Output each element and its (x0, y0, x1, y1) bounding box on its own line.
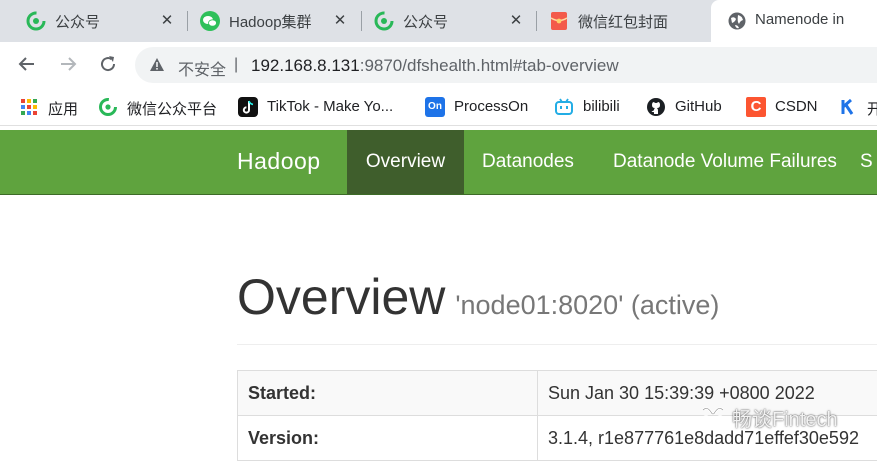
tiktok-icon (238, 97, 258, 117)
arrow-right-icon (58, 54, 78, 74)
bookmark-label: ProcessOn (454, 98, 528, 115)
heading-divider (237, 344, 877, 345)
browser-tab-namenode[interactable]: Namenode in (711, 0, 877, 42)
wechat-official-account-icon (374, 11, 394, 31)
browser-tab-wechat-official-1[interactable]: 公众号 ✕ (0, 0, 187, 42)
github-icon (646, 97, 666, 117)
address-bar[interactable]: 不安全 | 192.168.8.131:9870/dfshealth.html#… (135, 47, 877, 83)
arrow-left-icon (17, 54, 37, 74)
nav-tab-snapshot[interactable]: S (860, 130, 873, 194)
processon-icon: On (425, 97, 445, 117)
url-path: :9870/dfshealth.html#tab-overview (360, 56, 619, 75)
row-key: Started: (238, 371, 538, 416)
bookmark-label: TikTok - Make Yo... (267, 98, 393, 115)
url-text[interactable]: 192.168.8.131:9870/dfshealth.html#tab-ov… (251, 56, 619, 76)
bookmark-label: 应用 (48, 98, 78, 119)
namenode-address: 'node01:8020' (active) (455, 290, 719, 320)
tab-close-icon[interactable]: ✕ (508, 13, 524, 29)
tab-close-icon[interactable]: ✕ (332, 13, 348, 29)
warning-triangle-icon[interactable] (149, 57, 165, 72)
tab-title: Hadoop集群 (229, 11, 313, 32)
bookmark-label: bilibili (583, 98, 620, 115)
tab-title: 公众号 (55, 11, 155, 32)
apps-grid-icon (19, 97, 39, 117)
bookmarks-bar: 应用 微信公众平台 TikTok - Make Yo... On Process… (0, 87, 877, 126)
hadoop-navbar: Hadoop Overview Datanodes Datanode Volum… (0, 130, 877, 195)
not-secure-label[interactable]: 不安全 (178, 56, 226, 80)
browser-tab-strip: 公众号 ✕ Hadoop集群 ✕ 公众号 ✕ 微信红包封面 (0, 0, 877, 42)
wechat-icon (200, 11, 220, 31)
bilibili-icon (554, 97, 574, 117)
bookmark-label: GitHub (675, 98, 722, 115)
url-host: 192.168.8.131 (251, 56, 360, 75)
bookmark-label: 微信公众平台 (127, 98, 217, 119)
browser-tab-wechat-official-2[interactable]: 公众号 ✕ (348, 0, 535, 42)
reload-button[interactable] (95, 51, 121, 77)
watermark-text: 畅谈Fintech (732, 403, 838, 432)
tab-close-icon[interactable]: ✕ (159, 13, 175, 29)
tab-title: 公众号 (403, 11, 503, 32)
address-separator: | (234, 56, 238, 74)
csdn-icon: C (746, 97, 766, 117)
hadoop-brand[interactable]: Hadoop (237, 148, 321, 175)
red-envelope-icon (549, 11, 569, 31)
nav-tab-datanode-volume-failures[interactable]: Datanode Volume Failures (613, 130, 837, 194)
nav-tab-overview[interactable]: Overview (347, 130, 464, 194)
reload-icon (98, 54, 118, 74)
kuaishou-icon (838, 97, 858, 117)
tab-title: Namenode in (755, 11, 877, 28)
wechat-channel-icon (700, 404, 726, 426)
browser-toolbar: 不安全 | 192.168.8.131:9870/dfshealth.html#… (0, 42, 877, 87)
page-title-main: Overview (237, 269, 445, 325)
bookmark-label: CSDN (775, 98, 818, 115)
wechat-official-account-icon (98, 97, 118, 117)
forward-button[interactable] (55, 51, 81, 77)
wechat-official-account-icon (26, 11, 46, 31)
bookmark-label: 开 (867, 98, 877, 119)
tab-title: 微信红包封面 (578, 11, 676, 32)
browser-tab-hadoop-cluster[interactable]: Hadoop集群 ✕ (174, 0, 361, 42)
nav-tab-datanodes[interactable]: Datanodes (482, 130, 574, 194)
back-button[interactable] (14, 51, 40, 77)
globe-icon (727, 11, 747, 31)
browser-tab-red-envelope[interactable]: 微信红包封面 (523, 0, 710, 42)
row-key: Version: (238, 416, 538, 461)
page-title: Overview 'node01:8020' (active) (237, 268, 719, 326)
